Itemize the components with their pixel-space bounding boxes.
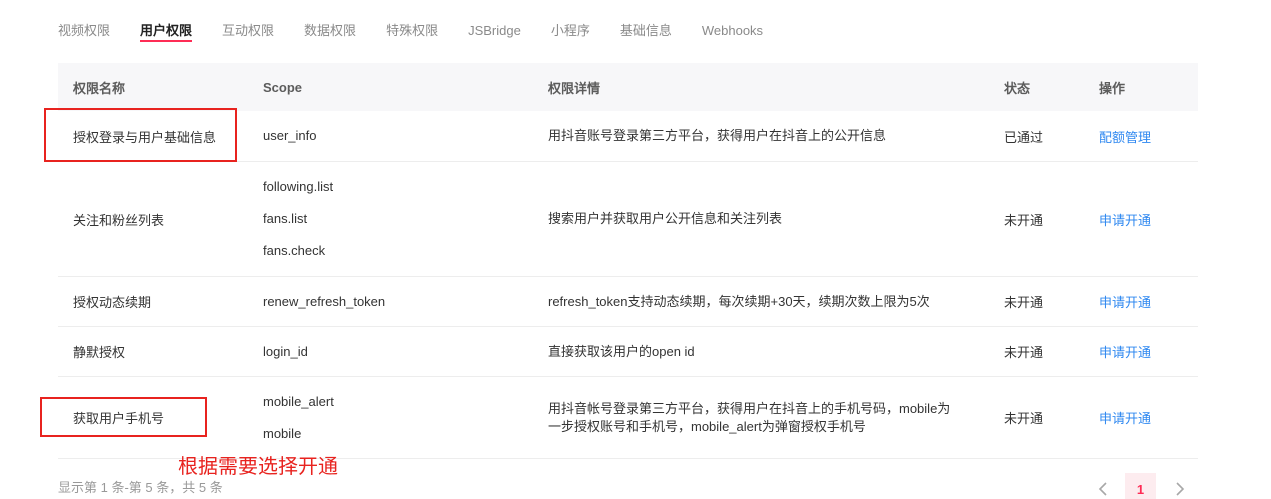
column-header-status: 状态 bbox=[1004, 80, 1031, 96]
scope-cell: login_id bbox=[248, 327, 533, 376]
tab-interaction-permissions[interactable]: 互动权限 bbox=[222, 0, 274, 42]
detail-text: refresh_token支持动态续期，每次续期+30天，续期次数上限为5次 bbox=[548, 293, 930, 309]
permission-detail: 搜索用户并获取用户公开信息和关注列表 bbox=[533, 162, 989, 276]
table-row: 获取用户手机号 mobile_alert mobile 用抖音帐号登录第三方平台… bbox=[58, 377, 1198, 459]
permission-detail: 用抖音帐号登录第三方平台，获得用户在抖音上的手机号码，mobile为 一步授权账… bbox=[533, 377, 989, 458]
apply-access-button[interactable]: 申请开通 bbox=[1099, 342, 1151, 361]
chevron-right-icon bbox=[1176, 482, 1185, 496]
permission-name: 关注和粉丝列表 bbox=[73, 212, 165, 228]
apply-access-button[interactable]: 申请开通 bbox=[1099, 408, 1151, 427]
scope-cell: renew_refresh_token bbox=[248, 277, 533, 326]
tab-data-permissions[interactable]: 数据权限 bbox=[304, 0, 356, 42]
scope-cell: mobile_alert mobile bbox=[248, 377, 533, 458]
annotation-box bbox=[44, 108, 237, 162]
detail-text: 搜索用户并获取用户公开信息和关注列表 bbox=[548, 211, 783, 226]
column-header-permission-name: 权限名称 bbox=[73, 80, 126, 96]
detail-text: 一步授权账号和手机号，mobile_alert为弹窗授权手机号 bbox=[548, 418, 866, 434]
scope-cell: following.list fans.list fans.check bbox=[248, 162, 533, 276]
permission-detail: 用抖音账号登录第三方平台，获得用户在抖音上的公开信息 bbox=[533, 111, 989, 161]
detail-text: 直接获取该用户的open id bbox=[548, 343, 695, 359]
tab-basic-info[interactable]: 基础信息 bbox=[620, 0, 672, 42]
scope-value: renew_refresh_token bbox=[263, 293, 386, 309]
permission-name: 静默授权 bbox=[73, 345, 126, 360]
scope-value: fans.check bbox=[263, 243, 326, 258]
table-row: 关注和粉丝列表 following.list fans.list fans.ch… bbox=[58, 162, 1198, 277]
table-row: 授权动态续期 renew_refresh_token refresh_token… bbox=[58, 277, 1198, 327]
scope-value: mobile_alert bbox=[263, 393, 334, 409]
tab-webhooks[interactable]: Webhooks bbox=[702, 0, 763, 42]
detail-text: 用抖音账号登录第三方平台，获得用户在抖音上的公开信息 bbox=[548, 128, 887, 143]
action-cell: 申请开通 bbox=[1084, 377, 1198, 458]
apply-access-button[interactable]: 申请开通 bbox=[1099, 292, 1151, 311]
pagination-page-1[interactable]: 1 bbox=[1125, 473, 1156, 499]
status-text: 已通过 bbox=[1004, 129, 1044, 145]
scope-value: fans.list bbox=[263, 211, 308, 226]
pagination-summary: 显示第 1 条-第 5 条，共 5 条 bbox=[58, 480, 223, 495]
action-cell: 配额管理 bbox=[1084, 111, 1198, 161]
column-header-action: 操作 bbox=[1099, 80, 1126, 96]
action-cell: 申请开通 bbox=[1084, 277, 1198, 326]
table-row: 静默授权 login_id 直接获取该用户的open id 未开通 申请开通 bbox=[58, 327, 1198, 377]
status-text: 未开通 bbox=[1004, 212, 1044, 228]
pagination-next-button[interactable] bbox=[1172, 481, 1186, 497]
annotation-note: 根据需要选择开通 bbox=[178, 456, 338, 478]
column-header-scope: Scope bbox=[263, 79, 303, 95]
column-header-permission-detail: 权限详情 bbox=[548, 80, 601, 96]
pagination-prev-button[interactable] bbox=[1097, 481, 1111, 497]
detail-text: 用抖音帐号登录第三方平台，获得用户在抖音上的手机号码，mobile为 bbox=[548, 400, 951, 416]
tab-special-permissions[interactable]: 特殊权限 bbox=[386, 0, 438, 42]
tab-user-permissions[interactable]: 用户权限 bbox=[140, 0, 193, 42]
permission-detail: refresh_token支持动态续期，每次续期+30天，续期次数上限为5次 bbox=[533, 277, 989, 326]
scope-cell: user_info bbox=[248, 111, 533, 161]
scope-value: login_id bbox=[263, 343, 308, 359]
action-cell: 申请开通 bbox=[1084, 327, 1198, 376]
status-text: 未开通 bbox=[1004, 295, 1044, 310]
tab-jsbridge[interactable]: JSBridge bbox=[468, 0, 521, 42]
tab-video-permissions[interactable]: 视频权限 bbox=[58, 0, 110, 42]
permission-detail: 直接获取该用户的open id bbox=[533, 327, 989, 376]
tab-mini-program[interactable]: 小程序 bbox=[551, 0, 590, 42]
scope-value: mobile bbox=[263, 425, 302, 441]
permission-name: 授权动态续期 bbox=[73, 295, 152, 310]
scope-value: user_info bbox=[263, 128, 317, 143]
apply-access-button[interactable]: 申请开通 bbox=[1099, 210, 1151, 229]
status-text: 未开通 bbox=[1004, 345, 1044, 360]
status-text: 未开通 bbox=[1004, 411, 1044, 426]
action-cell: 申请开通 bbox=[1084, 162, 1198, 276]
annotation-box bbox=[40, 397, 207, 437]
table-header-row: 权限名称 Scope 权限详情 状态 操作 bbox=[58, 63, 1198, 111]
chevron-left-icon bbox=[1098, 482, 1107, 496]
permission-tabs: 视频权限 用户权限 互动权限 数据权限 特殊权限 JSBridge 小程序 基础… bbox=[58, 0, 763, 42]
scope-value: following.list bbox=[263, 179, 334, 194]
quota-management-link[interactable]: 配额管理 bbox=[1099, 127, 1151, 146]
